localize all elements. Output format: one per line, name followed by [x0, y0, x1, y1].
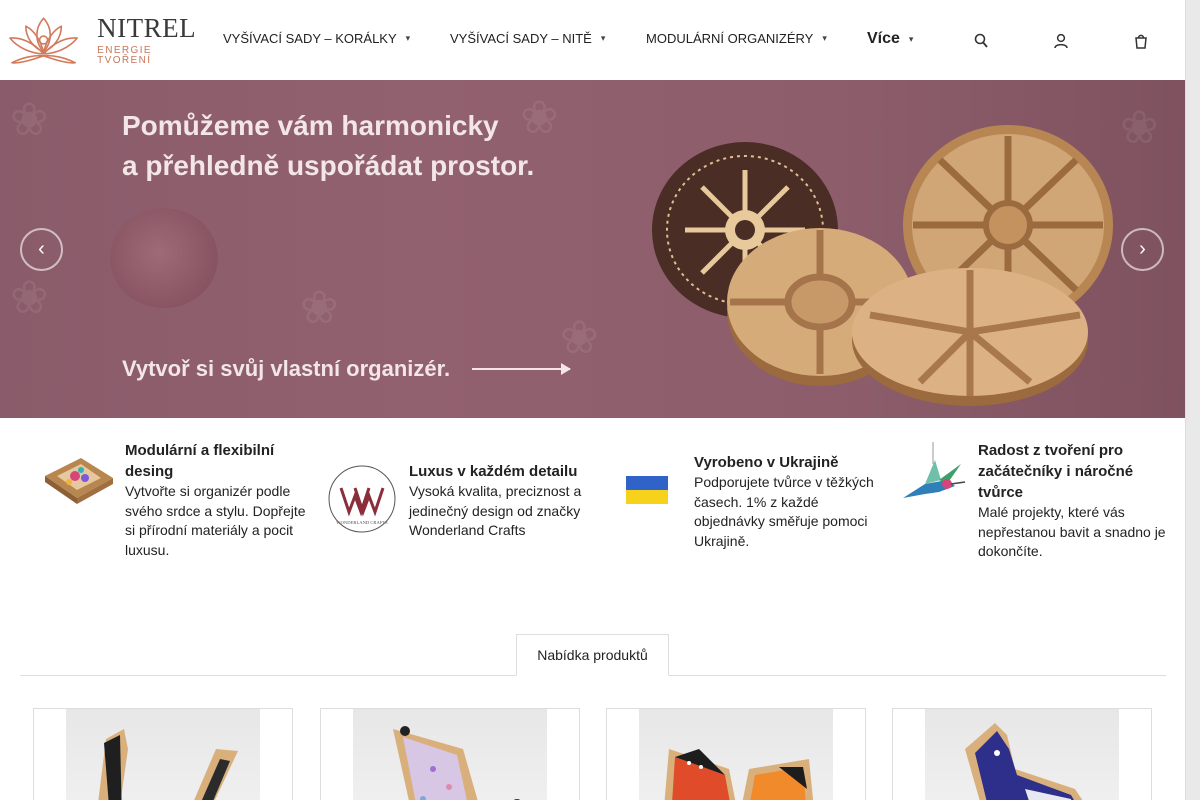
feature-title: Modulární a flexibilní desing — [125, 442, 275, 480]
chevron-down-icon: ▾ — [822, 33, 827, 43]
nav-item-thread-kits[interactable]: VYŠÍVACÍ SADY – NITĚ ▾ — [450, 31, 605, 46]
nav-more-label: Více — [867, 30, 900, 47]
lotus-pattern-icon: ❀ — [300, 281, 339, 333]
feature-ukraine: Vyrobeno v Ukrajině Podporujete tvůrce v… — [609, 452, 879, 551]
hero-headline: Pomůžeme vám harmonicky a přehledně uspo… — [122, 106, 534, 186]
nav-item-organizers[interactable]: MODULÁRNÍ ORGANIZÉRY ▾ — [646, 31, 827, 46]
feature-joy: Radost z tvoření pro začátečníky i nároč… — [893, 440, 1173, 562]
chevron-right-icon: › — [1139, 238, 1146, 260]
feature-modular: Modulární a flexibilní desing Vytvořte s… — [40, 440, 310, 560]
chevron-down-icon: ▾ — [600, 33, 606, 43]
search-icon[interactable] — [974, 32, 988, 50]
lotus-pattern-icon: ❀ — [10, 271, 49, 323]
page-scrollbar[interactable] — [1185, 0, 1200, 800]
hero-headline-line2: a přehledně uspořádat prostor. — [122, 150, 535, 181]
feature-title: Luxus v každém detailu — [409, 463, 578, 480]
cart-icon[interactable] — [1134, 32, 1148, 50]
product-image — [353, 709, 547, 800]
hummingbird-ornament-icon — [893, 440, 969, 516]
feature-description: Podporujete tvůrce v těžkých časech. 1% … — [694, 474, 874, 549]
lotus-pattern-icon: ❀ — [10, 93, 49, 145]
hero-cta[interactable]: Vytvoř si svůj vlastní organizér. — [122, 356, 572, 382]
logo-tagline: ENERGIE TVOŘENÍ — [97, 44, 152, 66]
wonderland-crafts-logo-icon: WONDERLAND CRAFTS — [324, 461, 400, 537]
site-logo[interactable]: NITREL ENERGIE TVOŘENÍ — [4, 10, 209, 70]
nav-item-label: MODULÁRNÍ ORGANIZÉRY — [646, 31, 814, 46]
product-tabs: Nabídka produktů — [20, 634, 1166, 676]
product-card[interactable] — [320, 708, 580, 800]
page: NITREL ENERGIE TVOŘENÍ VYŠÍVACÍ SADY – K… — [0, 0, 1185, 800]
hero-next-button[interactable]: › — [1121, 228, 1164, 271]
tea-cup-decoration — [110, 208, 218, 308]
feature-description: Vysoká kvalita, preciznost a jedinečný d… — [409, 483, 582, 538]
user-icon[interactable] — [1054, 32, 1068, 50]
product-card[interactable] — [33, 708, 293, 800]
tab-product-offer[interactable]: Nabídka produktů — [516, 634, 669, 676]
hero-cta-label: Vytvoř si svůj vlastní organizér. — [122, 356, 451, 381]
lotus-logo-icon — [9, 17, 78, 64]
chevron-left-icon: ‹ — [38, 238, 45, 260]
organizer-product-image — [652, 125, 1113, 406]
ukraine-flag-icon — [609, 452, 685, 528]
feature-title: Radost z tvoření pro začátečníky i nároč… — [978, 442, 1134, 501]
arrow-right-icon — [472, 363, 572, 375]
product-image — [639, 709, 833, 800]
feature-title: Vyrobeno v Ukrajině — [694, 454, 839, 471]
nav-more-menu[interactable]: Více ▾ — [867, 30, 913, 48]
site-header: NITREL ENERGIE TVOŘENÍ VYŠÍVACÍ SADY – K… — [0, 0, 1185, 80]
features-strip: Modulární a flexibilní desing Vytvořte s… — [0, 418, 1185, 588]
nav-item-label: VYŠÍVACÍ SADY – NITĚ — [450, 31, 592, 46]
hero-banner[interactable]: ❀ ❀ ❀ ❀ ❀ ❀ Pomůžeme vám harmonicky a př… — [0, 80, 1185, 418]
nav-item-beaded-kits[interactable]: VYŠÍVACÍ SADY – KORÁLKY ▾ — [223, 31, 410, 46]
logo-name: NITREL — [97, 12, 197, 43]
product-card[interactable] — [892, 708, 1152, 800]
wonderland-logo-text: WONDERLAND CRAFTS — [336, 520, 388, 525]
feature-description: Malé projekty, které vás nepřestanou bav… — [978, 504, 1166, 559]
lotus-pattern-icon: ❀ — [1120, 101, 1159, 153]
feature-luxury: WONDERLAND CRAFTS Luxus v každém detailu… — [324, 461, 594, 541]
product-card[interactable] — [606, 708, 866, 800]
nav-item-label: VYŠÍVACÍ SADY – KORÁLKY — [223, 31, 397, 46]
product-image — [925, 709, 1119, 800]
organizer-tray-icon — [40, 440, 116, 516]
chevron-down-icon: ▾ — [405, 33, 411, 43]
feature-description: Vytvořte si organizér podle svého srdce … — [125, 483, 306, 558]
hero-headline-line1: Pomůžeme vám harmonicky — [122, 110, 499, 141]
product-image — [66, 709, 260, 800]
hero-prev-button[interactable]: ‹ — [20, 228, 63, 271]
chevron-down-icon: ▾ — [908, 33, 914, 44]
